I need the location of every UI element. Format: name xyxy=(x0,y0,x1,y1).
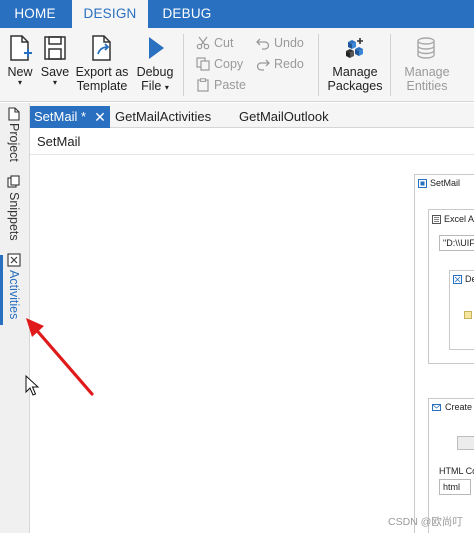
tab-design[interactable]: DESIGN xyxy=(72,0,148,28)
doc-tab-setmail[interactable]: SetMail * ✕ xyxy=(30,106,110,128)
manage-entities-button[interactable]: Manage Entities xyxy=(398,36,456,93)
top-menu-bar: HOME DESIGN DEBUG xyxy=(0,0,474,28)
save-icon xyxy=(44,36,66,60)
new-button-label: New xyxy=(7,65,33,79)
database-icon xyxy=(417,37,435,59)
ribbon-separator xyxy=(183,34,184,96)
play-icon xyxy=(149,37,164,59)
new-file-icon xyxy=(10,35,32,61)
scissors-icon xyxy=(196,36,210,50)
chevron-down-icon: ▾ xyxy=(164,83,169,92)
side-tab-snippets-label: Snippets xyxy=(7,192,21,241)
create-activity-title: Create xyxy=(445,402,473,412)
side-tab-activities-label: Activities xyxy=(7,270,21,320)
active-tab-indicator xyxy=(0,255,3,325)
paste-label: Paste xyxy=(214,78,246,92)
activity-icon xyxy=(453,275,462,284)
redo-button[interactable]: Redo xyxy=(256,56,312,72)
manage-packages-button[interactable]: Manage Packages xyxy=(326,36,384,93)
copy-icon xyxy=(196,57,210,71)
save-button-label: Save xyxy=(40,65,70,79)
note-marker xyxy=(464,311,472,319)
side-tab-project[interactable]: Project xyxy=(4,107,26,171)
sequence-setmail[interactable]: SetMail Excel A "D:\\UIF De xyxy=(414,174,474,533)
html-content-field[interactable]: html xyxy=(439,479,471,495)
export-template-icon xyxy=(92,35,111,61)
create-html-content-activity[interactable]: Create HTML Co html xyxy=(428,398,474,533)
html-content-label: HTML Co xyxy=(439,466,474,476)
manage-entities-line2: Entities xyxy=(406,79,448,93)
chevron-down-icon: ▾ xyxy=(17,78,22,87)
packages-icon xyxy=(346,38,363,58)
side-tab-snippets[interactable]: Snippets xyxy=(4,175,26,247)
excel-activity-title: Excel A xyxy=(444,214,474,224)
debug-file-button[interactable]: Debug File ▾ xyxy=(133,34,177,95)
undo-button[interactable]: Undo xyxy=(256,35,312,51)
side-panel: Project Snippets Activities xyxy=(0,103,30,533)
doc-tab-getmailoutlook[interactable]: GetMailOutlook xyxy=(239,106,329,128)
design-ribbon: New ▾ Save ▾ Export as Template Debug Fi… xyxy=(0,28,474,102)
activities-icon xyxy=(7,253,21,267)
excel-path-field[interactable]: "D:\\UIF xyxy=(439,235,474,251)
manage-packages-line1: Manage xyxy=(332,65,378,79)
inner-activity[interactable]: De xyxy=(449,270,474,350)
doc-tab-setmail-label: SetMail * xyxy=(34,109,87,124)
manage-packages-line2: Packages xyxy=(327,79,383,93)
redo-label: Redo xyxy=(274,57,304,71)
side-tab-activities[interactable]: Activities xyxy=(4,253,26,325)
chevron-down-icon: ▾ xyxy=(52,78,57,87)
paste-button[interactable]: Paste xyxy=(196,77,246,93)
tab-debug[interactable]: DEBUG xyxy=(150,0,224,28)
ribbon-separator xyxy=(318,34,319,96)
uipath-studio-window: HOME DESIGN DEBUG New ▾ Save ▾ Export as… xyxy=(0,0,474,533)
copy-label: Copy xyxy=(214,57,244,71)
undo-label: Undo xyxy=(274,36,304,50)
new-button[interactable]: New ▾ xyxy=(4,34,36,87)
doc-tab-getmailactivities[interactable]: GetMailActivities xyxy=(115,106,211,128)
redo-icon xyxy=(256,59,270,71)
copy-button[interactable]: Copy xyxy=(196,56,246,72)
inner-activity-title: De xyxy=(465,274,474,284)
watermark: CSDN @欧尚叮 xyxy=(388,516,463,528)
snippets-icon xyxy=(7,175,20,188)
debug-label-line1: Debug xyxy=(136,65,174,79)
excel-application-scope[interactable]: Excel A "D:\\UIF De xyxy=(428,209,474,364)
undo-icon xyxy=(256,38,270,50)
save-button[interactable]: Save ▾ xyxy=(38,34,72,87)
breadcrumb[interactable]: SetMail xyxy=(37,134,80,149)
mail-icon xyxy=(432,404,441,411)
side-tab-project-label: Project xyxy=(7,123,21,162)
export-as-template-button[interactable]: Export as Template xyxy=(72,34,132,93)
ribbon-separator xyxy=(390,34,391,96)
edit-content-button[interactable] xyxy=(457,436,474,450)
tab-home[interactable]: HOME xyxy=(0,0,70,28)
sequence-icon xyxy=(418,179,427,188)
close-icon[interactable]: ✕ xyxy=(91,106,109,128)
document-tab-strip: SetMail * ✕ GetMailActivities GetMailOut… xyxy=(30,103,474,128)
manage-entities-line1: Manage xyxy=(404,65,450,79)
debug-label-line2: File xyxy=(141,79,162,93)
cut-label: Cut xyxy=(214,36,234,50)
cut-button[interactable]: Cut xyxy=(196,35,246,51)
designer-canvas[interactable]: SetMail Excel A "D:\\UIF De xyxy=(31,155,474,533)
file-icon xyxy=(8,107,20,121)
excel-icon xyxy=(432,215,441,224)
sequence-title: SetMail xyxy=(430,178,461,188)
export-label-line2: Template xyxy=(76,79,128,93)
paste-icon xyxy=(197,78,209,92)
export-label-line1: Export as xyxy=(75,65,129,79)
